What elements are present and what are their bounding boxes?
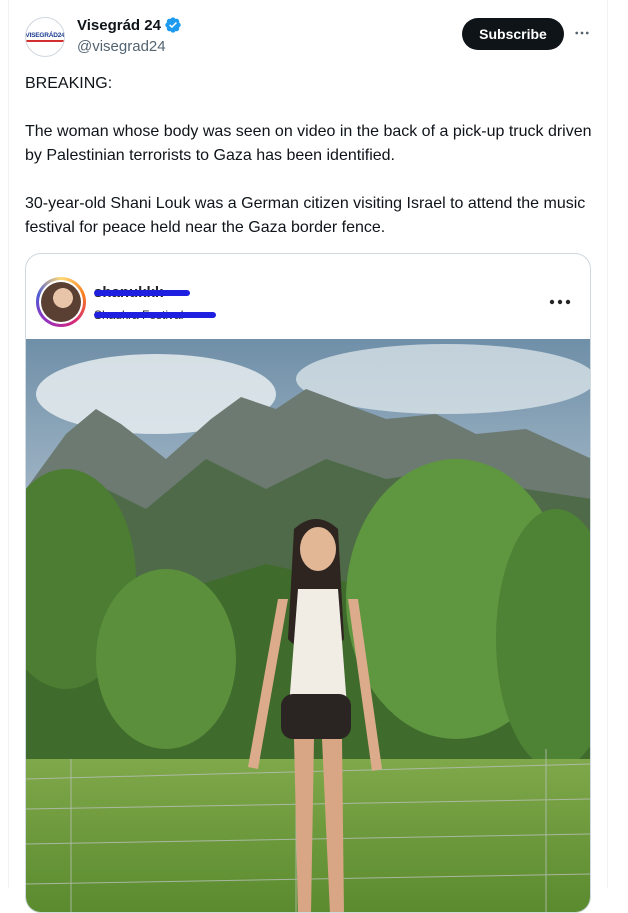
tweet-paragraph: BREAKING: [25, 75, 113, 92]
tweet-text: BREAKING: The woman whose body was seen … [25, 72, 597, 264]
account-avatar[interactable]: VISEGRÁD24 [25, 17, 65, 57]
more-horizontal-icon[interactable] [571, 22, 593, 44]
display-name[interactable]: Visegrád 24 [77, 17, 161, 34]
verified-badge-icon [164, 16, 182, 34]
avatar-logo: VISEGRÁD24 [26, 32, 64, 42]
name-row: Visegrád 24 [77, 16, 182, 34]
redaction-scribble [94, 290, 190, 296]
embed-avatar-photo [41, 282, 81, 322]
embedded-post-card[interactable]: shanukkk Shaukra Festival [25, 253, 591, 913]
redaction-scribble [94, 312, 216, 318]
tweet-paragraph: 30-year-old Shani Louk was a German citi… [25, 195, 586, 236]
tweet-paragraph: The woman whose body was seen on video i… [25, 123, 592, 164]
embed-avatar[interactable] [36, 277, 86, 327]
embed-more-icon[interactable] [548, 292, 572, 312]
post-photo [26, 339, 590, 912]
subscribe-button[interactable]: Subscribe [462, 18, 564, 50]
account-handle[interactable]: @visegrad24 [77, 38, 166, 55]
